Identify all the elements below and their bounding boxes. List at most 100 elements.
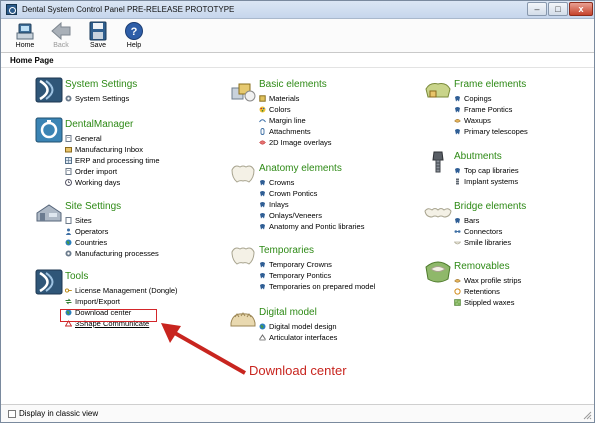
- link-smile-libraries[interactable]: Smile libraries: [454, 237, 511, 248]
- link-crown-pontics[interactable]: Crown Pontics: [259, 188, 364, 199]
- abutments-list: Top cap libraries Implant systems: [454, 165, 519, 187]
- link-label: Margin line: [269, 116, 306, 125]
- link-margin-line[interactable]: Margin line: [259, 115, 332, 126]
- link-working-days[interactable]: Working days: [65, 177, 160, 188]
- header-divider: [1, 67, 594, 68]
- link-manufacturing-inbox[interactable]: Manufacturing Inbox: [65, 144, 160, 155]
- link-import-export[interactable]: Import/Export: [65, 296, 178, 307]
- section-title-bridge-elements[interactable]: Bridge elements: [454, 201, 526, 212]
- link-order-import[interactable]: Order import: [65, 166, 160, 177]
- link-operators[interactable]: Operators: [65, 226, 159, 237]
- overlay-icon: [259, 140, 266, 145]
- link-label: ERP and processing time: [75, 156, 160, 165]
- link-retentions[interactable]: Retentions: [454, 286, 521, 297]
- tooth-crown-icon: [231, 165, 255, 183]
- key-icon: [65, 288, 72, 293]
- person-icon: [65, 228, 72, 235]
- link-erp-processing-time[interactable]: ERP and processing time: [65, 155, 160, 166]
- section-frame-elements: Frame elements Copings Frame Pontics Wax…: [424, 77, 589, 147]
- link-label: Attachments: [269, 127, 311, 136]
- callout-label: Download center: [249, 363, 347, 378]
- section-bridge-elements: Bridge elements Bars Connectors Smile li…: [424, 199, 589, 255]
- link-label: Inlays: [269, 200, 289, 209]
- clip-icon: [260, 128, 265, 135]
- link-temporary-pontics[interactable]: Temporary Pontics: [259, 270, 375, 281]
- section-title-temporaries[interactable]: Temporaries: [259, 245, 314, 256]
- close-button[interactable]: x: [569, 2, 593, 16]
- link-temporary-crowns[interactable]: Temporary Crowns: [259, 259, 375, 270]
- link-label: Working days: [75, 178, 121, 187]
- link-label: System Settings: [75, 94, 130, 103]
- link-2d-image-overlays[interactable]: 2D Image overlays: [259, 137, 332, 148]
- maximize-button[interactable]: □: [548, 2, 568, 16]
- link-general[interactable]: General: [65, 133, 160, 144]
- title-bar[interactable]: Dental System Control Panel PRE-RELEASE …: [1, 1, 594, 19]
- section-title-frame-elements[interactable]: Frame elements: [454, 79, 526, 90]
- system-settings-list: System Settings: [65, 93, 129, 104]
- section-title-abutments[interactable]: Abutments: [454, 151, 502, 162]
- link-countries[interactable]: Countries: [65, 237, 159, 248]
- link-primary-telescopes[interactable]: Primary telescopes: [454, 126, 528, 137]
- home-button[interactable]: Home: [10, 21, 40, 52]
- section-title-tools[interactable]: Tools: [65, 271, 88, 282]
- link-materials[interactable]: Materials: [259, 93, 332, 104]
- link-label: Anatomy and Pontic libraries: [269, 222, 365, 231]
- back-button[interactable]: Back: [46, 21, 76, 52]
- link-label: Connectors: [464, 227, 503, 236]
- link-digital-model-design[interactable]: Digital model design: [259, 321, 337, 332]
- link-inlays[interactable]: Inlays: [259, 199, 364, 210]
- minimize-button[interactable]: –: [527, 2, 547, 16]
- tooth-icon: [260, 262, 265, 268]
- link-stippled-waxes[interactable]: Stippled waxes: [454, 297, 521, 308]
- link-colors[interactable]: Colors: [259, 104, 332, 115]
- connector-icon: [454, 230, 461, 233]
- link-bars[interactable]: Bars: [454, 215, 511, 226]
- link-label: Onlays/Veneers: [269, 211, 322, 220]
- link-manufacturing-processes[interactable]: Manufacturing processes: [65, 248, 159, 259]
- save-button[interactable]: Save: [83, 21, 113, 52]
- link-frame-pontics[interactable]: Frame Pontics: [454, 104, 528, 115]
- site-settings-list: Sites Operators Countries Manufacturing …: [65, 215, 159, 259]
- link-implant-systems[interactable]: Implant systems: [454, 176, 519, 187]
- link-crowns[interactable]: Crowns: [259, 177, 364, 188]
- retention-icon: [454, 288, 461, 295]
- section-title-basic-elements[interactable]: Basic elements: [259, 79, 327, 90]
- link-connectors[interactable]: Connectors: [454, 226, 511, 237]
- link-label: Colors: [269, 105, 291, 114]
- section-title-removables[interactable]: Removables: [454, 261, 510, 272]
- link-onlays-veneers[interactable]: Onlays/Veneers: [259, 210, 364, 221]
- site-settings-icon: [36, 204, 62, 222]
- classic-view-checkbox[interactable]: [8, 410, 16, 418]
- section-title-system-settings[interactable]: System Settings: [65, 79, 137, 90]
- link-sites[interactable]: Sites: [65, 215, 159, 226]
- temporary-tooth-icon: [231, 247, 255, 265]
- link-label: 2D Image overlays: [269, 138, 332, 147]
- link-attachments[interactable]: Attachments: [259, 126, 332, 137]
- floppy-disk-icon: [89, 21, 107, 41]
- classic-view-label[interactable]: Display in classic view: [19, 409, 98, 418]
- link-top-cap-libraries[interactable]: Top cap libraries: [454, 165, 519, 176]
- link-label: Operators: [75, 227, 109, 236]
- link-anatomy-pontic-libraries[interactable]: Anatomy and Pontic libraries: [259, 221, 364, 232]
- tooth-icon: [455, 96, 460, 102]
- link-system-settings[interactable]: System Settings: [65, 93, 129, 104]
- link-temporaries-prepared-model[interactable]: Temporaries on prepared model: [259, 281, 375, 292]
- highlight-box: [60, 309, 157, 322]
- link-waxups[interactable]: Waxups: [454, 115, 528, 126]
- section-title-anatomy-elements[interactable]: Anatomy elements: [259, 163, 342, 174]
- link-copings[interactable]: Copings: [454, 93, 528, 104]
- help-button[interactable]: ? Help: [119, 21, 149, 52]
- link-articulator-interfaces[interactable]: Articulator interfaces: [259, 332, 337, 343]
- section-title-digital-model[interactable]: Digital model: [259, 307, 317, 318]
- resize-grip-icon[interactable]: [582, 410, 592, 420]
- link-license-management[interactable]: License Management (Dongle): [65, 285, 178, 296]
- page-title: Home Page: [10, 56, 54, 65]
- section-title-dental-manager[interactable]: DentalManager: [65, 119, 133, 130]
- link-label: Order import: [75, 167, 118, 176]
- link-wax-profile-strips[interactable]: Wax profile strips: [454, 275, 521, 286]
- section-title-site-settings[interactable]: Site Settings: [65, 201, 121, 212]
- section-dental-manager: DentalManager General Manufacturing Inbo…: [35, 117, 205, 197]
- home-icon: [16, 23, 34, 40]
- palette-icon: [259, 106, 266, 113]
- line-icon: [259, 119, 266, 123]
